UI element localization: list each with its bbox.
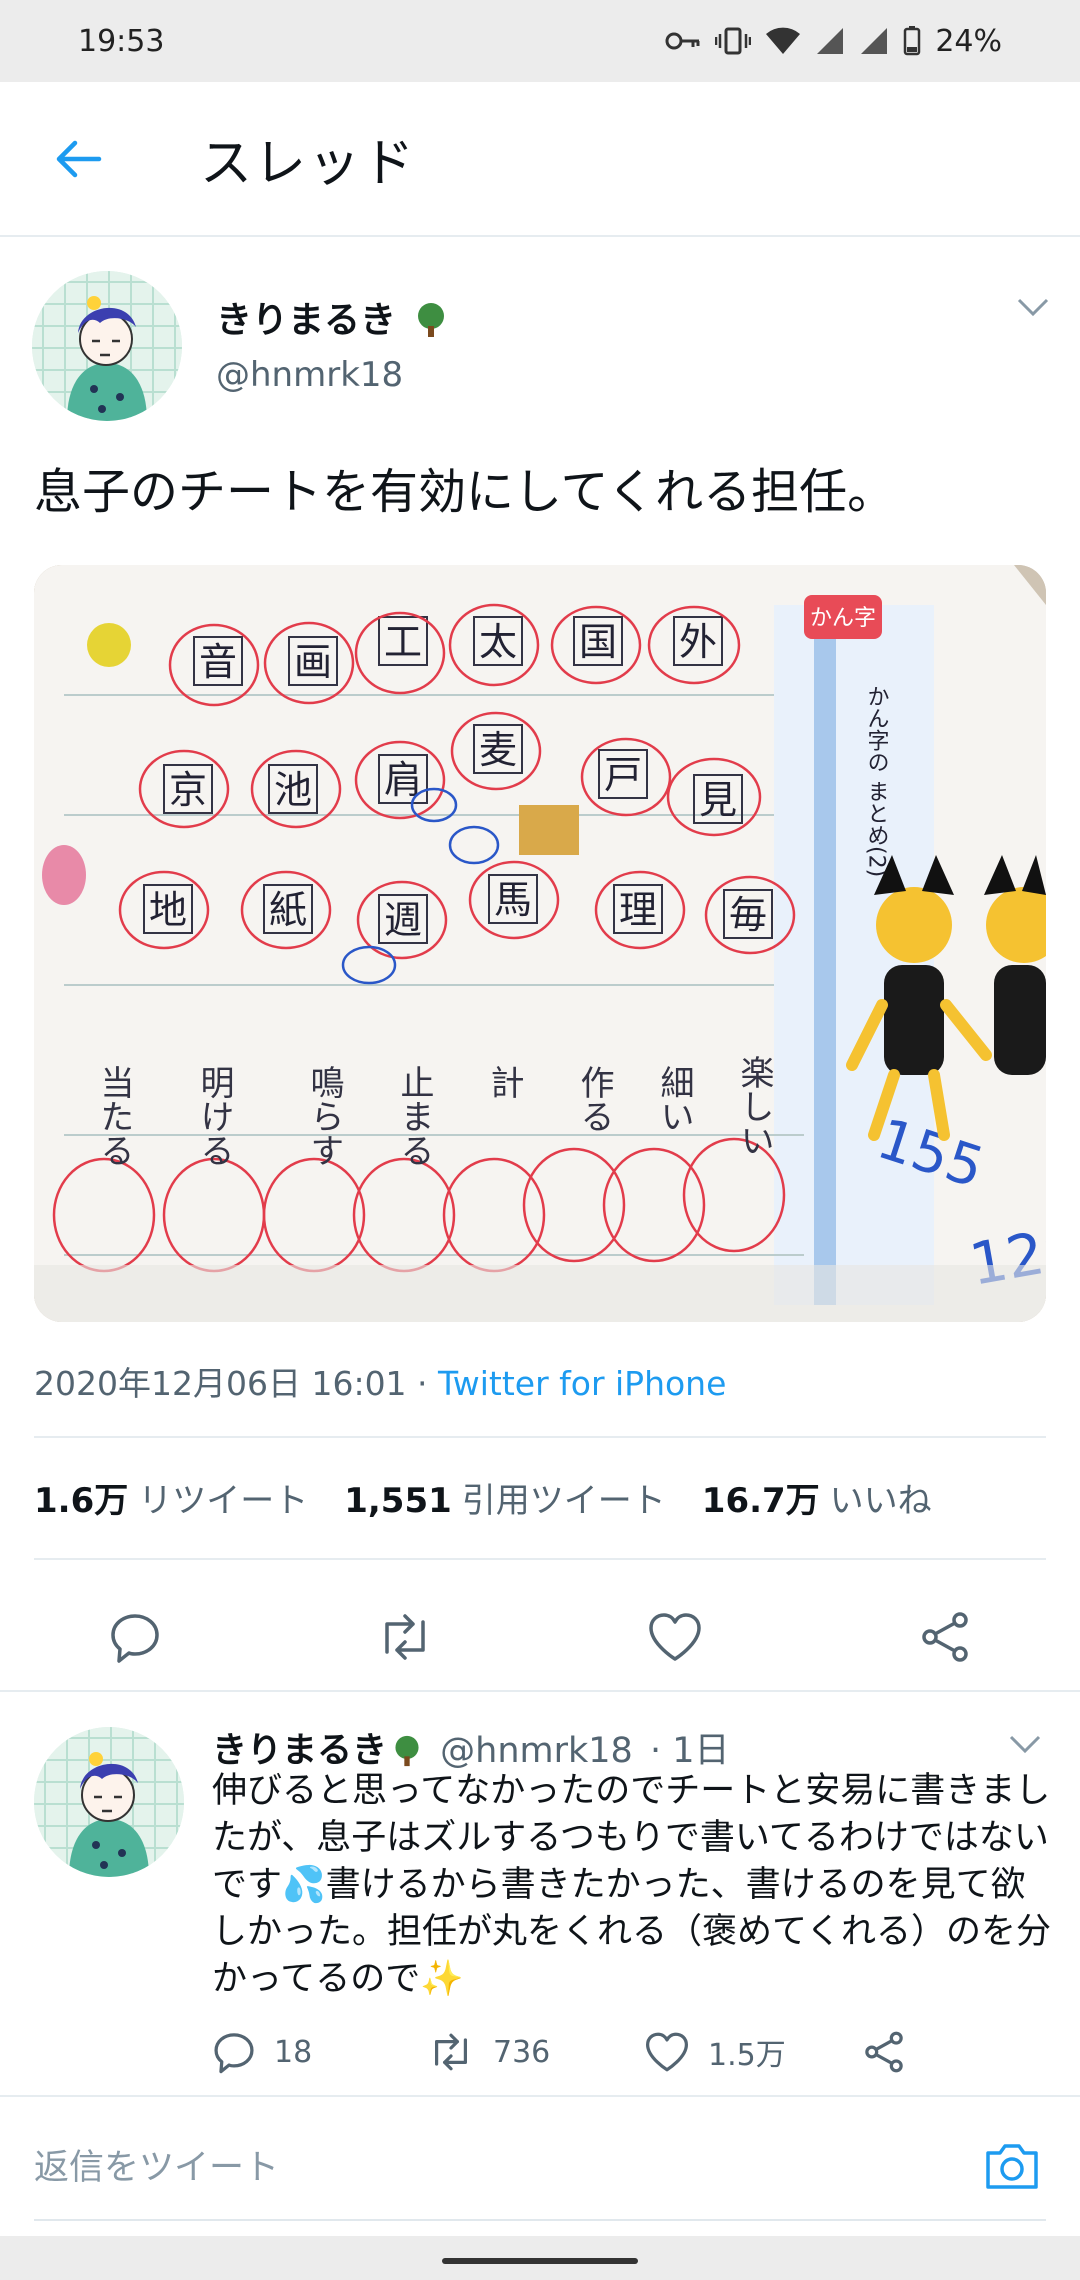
svg-text:地: 地 (149, 888, 187, 932)
divider (34, 1436, 1046, 1438)
author-name[interactable]: きりまるき (216, 291, 449, 343)
svg-text:見: 見 (699, 778, 737, 822)
back-button[interactable] (28, 109, 128, 209)
tweet-meta: 2020年12月06日 16:01 · Twitter for iPhone (34, 1364, 727, 1403)
reply-count: 18 (274, 2034, 313, 2070)
svg-text:馬: 馬 (494, 878, 532, 922)
author-avatar[interactable] (32, 271, 182, 421)
page-title: スレッド (200, 134, 417, 194)
status-time: 19:53 (78, 23, 165, 59)
svg-text:作る: 作る (574, 1065, 614, 1133)
retweet-icon (435, 2033, 467, 2071)
reply-input[interactable]: 返信をツイート (34, 2139, 279, 2190)
share-button[interactable] (910, 1602, 980, 1672)
retweet-button[interactable] (370, 1602, 440, 1672)
signal-icon-2 (859, 26, 889, 56)
tweet-client-link[interactable]: Twitter for iPhone (438, 1364, 726, 1403)
svg-text:池: 池 (274, 768, 312, 812)
chevron-down-icon (1017, 298, 1049, 317)
svg-text:京: 京 (169, 768, 207, 812)
likes-stat[interactable]: 16.7万 いいね (702, 1473, 932, 1522)
svg-text:太: 太 (479, 620, 517, 664)
camera-button[interactable] (984, 2141, 1040, 2195)
status-bar: 19:53 24% (0, 0, 1080, 82)
reply-more-options-button[interactable] (1008, 1734, 1042, 1758)
reply-icon (214, 2033, 254, 2074)
reply-retweet-count: 736 (493, 2034, 551, 2070)
svg-text:理: 理 (619, 888, 657, 932)
svg-text:外: 外 (679, 620, 717, 664)
svg-text:毎: 毎 (729, 893, 767, 937)
chevron-down-icon (1009, 1735, 1041, 1754)
svg-text:紙: 紙 (269, 888, 307, 932)
svg-text:細い: 細い (654, 1065, 694, 1133)
quotes-stat[interactable]: 1,551 引用ツイート (344, 1473, 666, 1522)
vpn-key-icon (665, 29, 701, 53)
retweet-icon (385, 1614, 425, 1660)
reply-actions: 18 736 1.5万 (212, 2030, 992, 2090)
tweet-photo[interactable]: かん字 かん字の まとめ(2) 外 国 太 工 画 音 見 戸 麦 肩 池 京 (34, 565, 1046, 1322)
home-gesture-handle[interactable] (442, 2258, 638, 2264)
wifi-icon (765, 26, 801, 56)
reply-author-avatar[interactable] (34, 1727, 184, 1877)
svg-text:計: 計 (484, 1065, 524, 1099)
tweet-timestamp: 2020年12月06日 16:01 (34, 1364, 407, 1403)
tree-icon (417, 303, 444, 337)
app-header: スレッド (0, 82, 1080, 237)
svg-text:音: 音 (199, 640, 237, 684)
svg-text:明ける: 明ける (194, 1065, 234, 1167)
tweet-header: きりまるき @hnmrk18 (0, 237, 1080, 437)
tree-icon (395, 1735, 419, 1767)
svg-text:楽しい: 楽しい (734, 1055, 774, 1157)
tweet-stats: 1.6万 リツイート 1,551 引用ツイート 16.7万 いいね (34, 1473, 932, 1522)
reply-like-count: 1.5万 (708, 2038, 786, 2073)
reply-reply-button[interactable]: 18 (212, 2030, 312, 2074)
svg-text:鳴らす: 鳴らす (304, 1065, 344, 1167)
divider (34, 1558, 1046, 1560)
heart-icon (649, 1613, 701, 1661)
tweet-actions (0, 1580, 1080, 1690)
share-icon (922, 1612, 968, 1662)
reply-composer: 返信をツイート (0, 2095, 1080, 2221)
arrow-left-icon (56, 140, 102, 177)
share-icon (865, 2031, 903, 2073)
composer-underline (34, 2219, 1046, 2221)
reply-retweet-button[interactable]: 736 (427, 2030, 550, 2074)
tweet-text: 息子のチートを有効にしてくれる担任。 (34, 464, 896, 520)
photo-title: かん字の まとめ(2) (864, 685, 889, 877)
reply-time: 1日 (672, 1731, 730, 1771)
svg-text:当たる: 当たる (94, 1065, 134, 1167)
reply-author-name[interactable]: きりまるき (212, 1731, 387, 1771)
reply-header: きりまるき @hnmrk18 · 1日 (212, 1731, 730, 1771)
reply-share-button[interactable] (862, 2030, 906, 2074)
system-nav-bar (0, 2236, 1080, 2280)
svg-text:止まる: 止まる (394, 1065, 434, 1167)
like-button[interactable] (640, 1602, 710, 1672)
battery-level: 24% (935, 23, 1002, 59)
reply-icon (111, 1614, 159, 1663)
svg-text:工: 工 (384, 620, 422, 664)
svg-text:国: 国 (579, 620, 617, 664)
more-options-button[interactable] (1016, 297, 1050, 321)
battery-icon (903, 26, 921, 56)
reply-author-handle[interactable]: @hnmrk18 (440, 1731, 633, 1771)
svg-text:麦: 麦 (479, 728, 517, 772)
author-handle[interactable]: @hnmrk18 (216, 355, 403, 395)
svg-text:週: 週 (384, 898, 422, 942)
svg-text:画: 画 (294, 640, 332, 684)
svg-text:戸: 戸 (604, 753, 642, 797)
camera-icon (986, 2144, 1038, 2189)
reply-button[interactable] (100, 1602, 170, 1672)
signal-icon (815, 26, 845, 56)
photo-badge: かん字 (810, 606, 876, 631)
retweets-stat[interactable]: 1.6万 リツイート (34, 1473, 308, 1522)
vibrate-icon (715, 26, 752, 56)
reply-text: 伸びると思ってなかったのでチートと安易に書きましたが、息子はズルするつもりで書い… (212, 1771, 1051, 1999)
heart-icon (646, 2032, 688, 2072)
divider (0, 1690, 1080, 1692)
reply-like-button[interactable]: 1.5万 (644, 2030, 786, 2074)
